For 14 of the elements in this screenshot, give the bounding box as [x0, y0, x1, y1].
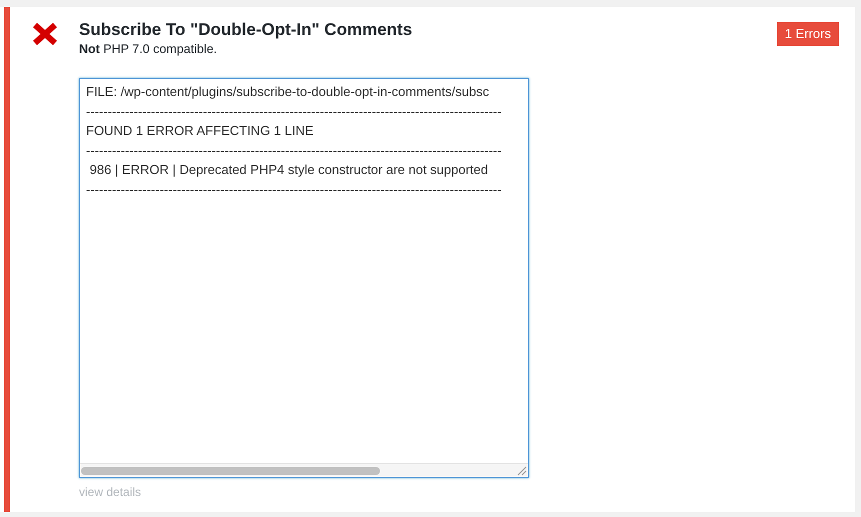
report-line: FILE: /wp-content/plugins/subscribe-to-double-opt-in-comments/subsc	[86, 83, 490, 101]
report-line: 986 | ERROR | Deprecated PHP4 style constructor are not supported	[88, 161, 488, 180]
report-line: ------------------------------------------------------------------------------------------------	[86, 102, 502, 121]
plugin-title: Subscribe To "Double-Opt-In" Comments	[79, 19, 414, 41]
cross-icon	[32, 22, 58, 46]
report-line: ------------------------------------------------------------------------------------------------	[86, 142, 502, 160]
report-line: FOUND 1 ERROR AFFECTING 1 LINE	[86, 122, 314, 140]
report-field[interactable]	[79, 78, 529, 478]
report-line: ------------------------------------------------------------------------------------------------	[86, 180, 502, 199]
view-details-link[interactable]: view details	[79, 483, 142, 501]
compatibility-text: Not PHP 7.0 compatible.	[79, 41, 218, 57]
scrollbar-thumb[interactable]	[81, 466, 380, 474]
resize-handle-icon[interactable]	[515, 464, 527, 476]
error-count-badge: 1 Errors	[776, 22, 839, 46]
